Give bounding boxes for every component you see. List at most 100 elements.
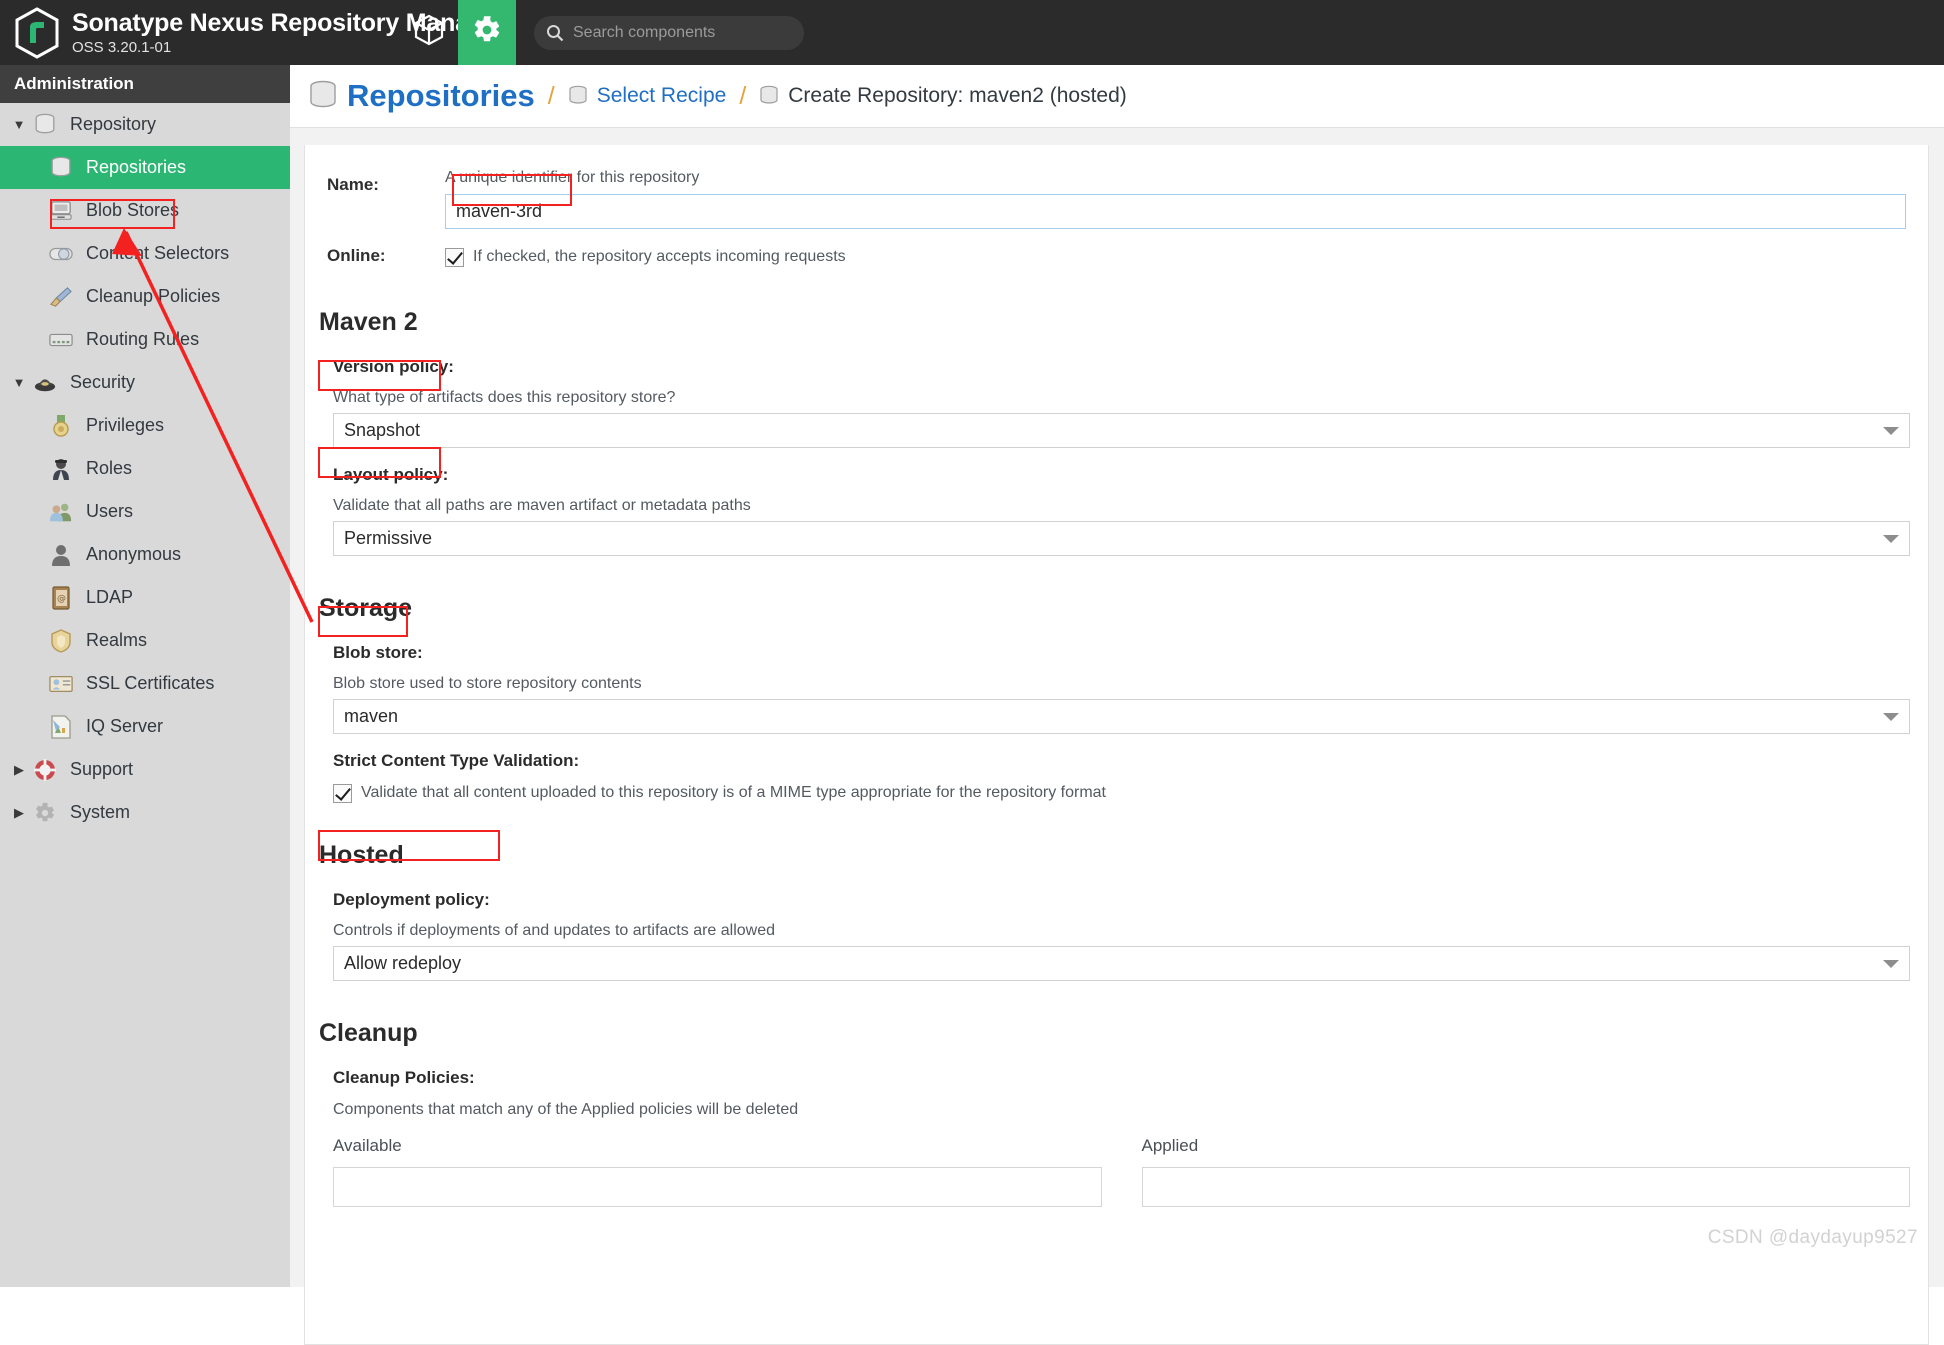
chevron-down-icon[interactable]: ▼ bbox=[8, 375, 30, 390]
sidebar-item-label: Privileges bbox=[86, 415, 164, 436]
shield-icon bbox=[51, 629, 71, 653]
version-policy-hint: What type of artifacts does this reposit… bbox=[333, 387, 1910, 409]
sidebar-item-label: Routing Rules bbox=[86, 329, 199, 350]
name-input[interactable] bbox=[445, 194, 1906, 229]
brand-logo-area[interactable]: Sonatype Nexus Repository Manager OSS 3.… bbox=[0, 7, 400, 59]
blob-store-select[interactable]: maven bbox=[333, 699, 1910, 734]
sidebar-item-support[interactable]: ▶ Support bbox=[0, 748, 290, 791]
storage-section-title: Storage bbox=[305, 594, 1928, 623]
strict-validation-group: Strict Content Type Validation: Validate… bbox=[305, 751, 1928, 804]
certificate-icon bbox=[49, 674, 73, 694]
version-policy-select[interactable]: Snapshot bbox=[333, 413, 1910, 448]
sidebar-item-users[interactable]: Users bbox=[0, 490, 290, 533]
database-icon bbox=[34, 113, 56, 137]
layout-policy-hint: Validate that all paths are maven artifa… bbox=[333, 495, 1910, 517]
sidebar-item-realms[interactable]: Realms bbox=[0, 619, 290, 662]
strict-validation-checkbox[interactable] bbox=[333, 784, 352, 803]
users-icon-wrap bbox=[46, 500, 76, 524]
sidebar-item-label: Blob Stores bbox=[86, 200, 179, 221]
medal-icon-wrap bbox=[46, 414, 76, 438]
breadcrumb-repositories[interactable]: Repositories bbox=[308, 78, 535, 114]
browse-nav-button[interactable] bbox=[400, 0, 458, 65]
breadcrumb-select-recipe[interactable]: Select Recipe bbox=[568, 84, 727, 108]
content-selector-icon bbox=[49, 244, 73, 264]
cleanup-policies-hint: Components that match any of the Applied… bbox=[333, 1099, 1910, 1121]
sidebar-item-label: Roles bbox=[86, 458, 132, 479]
sidebar-item-system[interactable]: ▶ System bbox=[0, 791, 290, 834]
cleanup-section-title: Cleanup bbox=[305, 1019, 1928, 1048]
lifebuoy-icon bbox=[34, 759, 56, 781]
sidebar-item-privileges[interactable]: Privileges bbox=[0, 404, 290, 447]
deployment-policy-select[interactable]: Allow redeploy bbox=[333, 946, 1910, 981]
sidebar-item-anonymous[interactable]: Anonymous bbox=[0, 533, 290, 576]
deployment-policy-value: Allow redeploy bbox=[344, 953, 461, 974]
header-nav-icons bbox=[400, 0, 516, 65]
sidebar-item-ssl-certificates[interactable]: SSL Certificates bbox=[0, 662, 290, 705]
layout-policy-value: Permissive bbox=[344, 528, 432, 549]
gear-icon bbox=[34, 802, 56, 824]
sidebar-item-label: Support bbox=[70, 759, 133, 780]
blob-store-icon-wrap bbox=[46, 199, 76, 223]
deployment-policy-label: Deployment policy: bbox=[333, 890, 1910, 910]
search-components-box[interactable] bbox=[534, 16, 804, 50]
cube-icon bbox=[414, 14, 444, 51]
online-checkbox[interactable] bbox=[445, 248, 464, 267]
sidebar-item-label: System bbox=[70, 802, 130, 823]
admin-sidebar: Administration ▼ Repository Repositories Bl… bbox=[0, 65, 290, 1287]
sidebar-item-cleanup-policies[interactable]: Cleanup Policies bbox=[0, 275, 290, 318]
users-icon bbox=[49, 501, 73, 523]
breadcrumb-separator-1: / bbox=[548, 82, 555, 111]
broom-icon-wrap bbox=[46, 285, 76, 309]
sidebar-item-blob-stores[interactable]: Blob Stores bbox=[0, 189, 290, 232]
breadcrumb-mid-label: Select Recipe bbox=[597, 84, 727, 108]
layout-policy-select[interactable]: Permissive bbox=[333, 521, 1910, 556]
cleanup-applied-list[interactable] bbox=[1142, 1167, 1911, 1207]
online-label: Online: bbox=[305, 246, 445, 266]
sidebar-item-label: IQ Server bbox=[86, 716, 163, 737]
sidebar-item-ldap[interactable]: @LDAP bbox=[0, 576, 290, 619]
deployment-policy-group: Deployment policy: Controls if deploymen… bbox=[305, 890, 1928, 981]
sidebar-item-roles[interactable]: Roles bbox=[0, 447, 290, 490]
gear-icon bbox=[472, 15, 502, 50]
layout-policy-group: Layout policy: Validate that all paths a… bbox=[305, 465, 1928, 556]
layout-policy-label: Layout policy: bbox=[333, 465, 1910, 485]
cleanup-policies-label: Cleanup Policies: bbox=[333, 1068, 1910, 1088]
sidebar-item-repositories[interactable]: Repositories bbox=[0, 146, 290, 189]
blob-store-value: maven bbox=[344, 706, 398, 727]
sidebar-item-routing-rules[interactable]: Routing Rules bbox=[0, 318, 290, 361]
certificate-icon-wrap bbox=[46, 672, 76, 696]
main-content-pane: Repositories / Select Recipe / bbox=[290, 65, 1944, 1287]
sidebar-item-repository[interactable]: ▼ Repository bbox=[0, 103, 290, 146]
blob-store-icon bbox=[49, 200, 73, 222]
search-icon bbox=[546, 24, 564, 42]
routing-rule-icon-wrap bbox=[46, 328, 76, 352]
name-field-row: Name: A unique identifier for this repos… bbox=[305, 167, 1928, 229]
sidebar-section-title: Administration bbox=[0, 65, 290, 103]
maven2-section-title: Maven 2 bbox=[305, 308, 1928, 337]
online-checkbox-label: If checked, the repository accepts incom… bbox=[473, 246, 846, 268]
search-input[interactable] bbox=[573, 24, 792, 42]
sidebar-item-security[interactable]: ▼Security bbox=[0, 361, 290, 404]
address-book-icon-wrap: @ bbox=[46, 586, 76, 610]
sidebar-item-label: Repositories bbox=[86, 157, 186, 178]
svg-text:@: @ bbox=[57, 594, 66, 604]
admin-nav-button[interactable] bbox=[458, 0, 516, 65]
name-label: Name: bbox=[305, 167, 445, 195]
chevron-down-icon bbox=[1883, 960, 1899, 968]
chevron-down-icon[interactable]: ▼ bbox=[8, 117, 30, 132]
version-policy-group: Version policy: What type of artifacts d… bbox=[305, 357, 1928, 448]
sidebar-item-label: Content Selectors bbox=[86, 243, 229, 264]
database-icon bbox=[568, 85, 588, 107]
chevron-right-icon[interactable]: ▶ bbox=[8, 805, 30, 821]
sidebar-item-label: Users bbox=[86, 501, 133, 522]
shield-icon-wrap bbox=[46, 629, 76, 653]
name-hint: A unique identifier for this repository bbox=[445, 167, 1906, 189]
sidebar-item-content-selectors[interactable]: Content Selectors bbox=[0, 232, 290, 275]
deployment-policy-hint: Controls if deployments of and updates t… bbox=[333, 920, 1910, 942]
sidebar-item-iq-server[interactable]: IQ Server bbox=[0, 705, 290, 748]
sidebar-item-label: Repository bbox=[70, 114, 156, 135]
anonymous-user-icon-wrap bbox=[46, 543, 76, 567]
chevron-right-icon[interactable]: ▶ bbox=[8, 762, 30, 778]
guard-icon bbox=[51, 457, 71, 481]
cleanup-available-list[interactable] bbox=[333, 1167, 1102, 1207]
